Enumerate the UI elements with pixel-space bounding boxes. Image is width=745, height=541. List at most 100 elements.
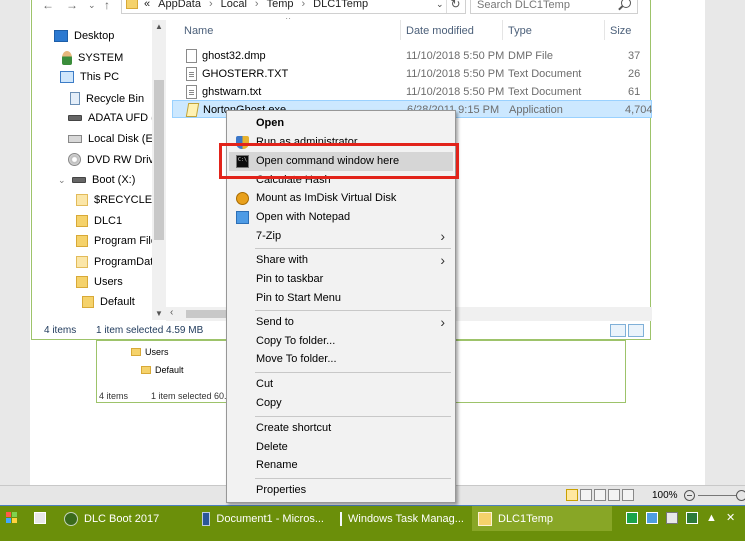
taskbar-item-task-manager[interactable]: Windows Task Manag... [334,506,468,531]
menu-item-rename[interactable]: Rename [229,456,453,475]
search-icon[interactable] [621,0,631,8]
file-name: ghstwarn.txt [202,86,262,98]
zoom-level[interactable]: 100% [652,490,678,501]
nav-item-label: Users [94,276,123,288]
search-input[interactable]: Search DLC1Temp [470,0,638,14]
menu-item-delete[interactable]: Delete [229,438,453,457]
menu-item-copy[interactable]: Copy [229,394,453,413]
taskbar-item-label: Document1 - Micros... [216,512,324,525]
menu-separator [255,416,451,417]
chevron-down-icon[interactable]: ⌄ [436,0,444,10]
breadcrumb-temp[interactable]: Temp [267,0,294,10]
tray-app-icon[interactable] [646,512,658,524]
notepad-icon [236,211,249,224]
menu-item-open[interactable]: Open [229,114,453,133]
nav-item-program-files[interactable]: Program Files [76,235,162,247]
column-header-type[interactable]: Type [508,25,532,37]
column-header-name[interactable]: Name [184,25,213,37]
menu-item-cut[interactable]: Cut [229,375,453,394]
menu-item-7zip[interactable]: 7-Zip › [229,227,453,246]
address-bar[interactable]: « AppData › Local › Temp › DLC1Temp [121,0,466,14]
table-row[interactable]: GHOSTERR.TXT 11/10/2018 5:50 PM Text Doc… [172,65,652,83]
table-row[interactable]: ghost32.dmp 11/10/2018 5:50 PM DMP File … [172,47,652,65]
print-layout-view-icon[interactable] [566,489,578,501]
menu-item-mount-imdisk[interactable]: Mount as ImDisk Virtual Disk [229,189,453,208]
menu-item-pin-to-start[interactable]: Pin to Start Menu [229,289,453,308]
chevron-right-icon[interactable]: › [301,0,305,10]
table-row[interactable]: ghstwarn.txt 11/10/2018 5:50 PM Text Doc… [172,83,652,101]
column-header-date[interactable]: Date modified [406,25,474,37]
nav-item-users[interactable]: Users [76,276,123,288]
highlight-annotation-box [219,143,459,179]
folder-icon [76,276,88,288]
scroll-down-icon[interactable]: ▼ [155,309,163,318]
show-desktop-icon[interactable] [34,512,46,524]
menu-item-open-with-notepad[interactable]: Open with Notepad [229,208,453,227]
chevron-right-icon[interactable]: › [209,0,213,10]
full-screen-view-icon[interactable] [580,489,592,501]
refresh-icon[interactable]: ↻ [446,0,464,13]
zoom-slider[interactable] [698,495,736,496]
nav-item-programdata[interactable]: ProgramData [76,256,159,268]
nav-item-system[interactable]: SYSTEM [62,51,123,65]
breadcrumb-local[interactable]: Local [221,0,247,10]
chevron-down-icon[interactable]: ⌄ [58,175,66,186]
nav-item-desktop[interactable]: Desktop [54,30,114,42]
menu-item-share-with[interactable]: Share with › [229,251,453,270]
web-layout-view-icon[interactable] [594,489,606,501]
menu-item-pin-to-taskbar[interactable]: Pin to taskbar [229,270,453,289]
details-view-icon[interactable] [610,324,626,337]
column-header-size[interactable]: Size [610,25,631,37]
breadcrumb-appdata[interactable]: AppData [158,0,201,10]
large-icons-view-icon[interactable] [628,324,644,337]
zoom-out-icon[interactable] [684,490,695,501]
tray-app-icon[interactable] [686,512,698,524]
nav-item-dvd-rw[interactable]: DVD RW Drive [68,153,160,166]
scrollbar-thumb[interactable] [154,80,164,240]
status-item-count: 4 items [44,325,77,336]
column-divider[interactable] [400,20,401,40]
back-arrow-icon[interactable]: ← [42,0,54,12]
list-item[interactable]: Default [141,365,184,375]
tray-app-icon[interactable] [626,512,638,524]
list-item[interactable]: Users [131,347,169,357]
nav-item-local-disk-e[interactable]: Local Disk (E:) [68,133,160,145]
forward-arrow-icon[interactable]: → [66,0,78,12]
taskbar-item-dlc-boot[interactable]: DLC Boot 2017 [58,506,192,531]
nav-item-label: DVD RW Drive [87,153,161,166]
menu-item-create-shortcut[interactable]: Create shortcut [229,419,453,438]
file-type: Text Document [508,86,582,98]
menu-item-properties[interactable]: Properties [229,481,453,500]
breadcrumb-dlc1temp[interactable]: DLC1Temp [313,0,368,10]
menu-item-send-to[interactable]: Send to › [229,313,453,332]
network-icon[interactable]: ▲ [706,512,718,524]
volume-muted-icon[interactable]: ✕ [726,512,738,524]
chevron-right-icon[interactable]: › [255,0,259,10]
nav-item-this-pc[interactable]: This PC [60,71,119,83]
nav-item-adata-ufd[interactable]: ADATA UFD (D [68,112,163,124]
draft-view-icon[interactable] [622,489,634,501]
nav-item-boot-x[interactable]: ⌄ Boot (X:) [58,174,135,186]
word-view-buttons[interactable] [566,489,634,501]
nav-item-dlc1[interactable]: DLC1 [76,215,122,227]
nav-item-default[interactable]: Default [82,296,135,308]
column-divider[interactable] [604,20,605,40]
menu-item-copy-to-folder[interactable]: Copy To folder... [229,332,453,351]
outline-view-icon[interactable] [608,489,620,501]
scroll-left-icon[interactable]: ‹ [170,307,173,318]
menu-item-move-to-folder[interactable]: Move To folder... [229,350,453,369]
breadcrumb-overflow[interactable]: « [144,0,150,10]
navigation-pane: Desktop SYSTEM This PC Recycle Bin ADATA… [32,20,166,320]
zoom-in-icon[interactable] [736,490,745,501]
nav-item-recycle-bin[interactable]: Recycle Bin [70,92,144,105]
taskbar-item-word[interactable]: Document1 - Micros... [196,506,330,531]
scroll-up-icon[interactable]: ▲ [155,22,163,31]
tray-app-icon[interactable] [666,512,678,524]
up-arrow-icon[interactable]: ↑ [104,0,110,12]
taskbar-item-dlc1temp[interactable]: DLC1Temp [472,506,612,531]
recent-dropdown-icon[interactable]: ⌄ [88,0,96,11]
column-divider[interactable] [502,20,503,40]
start-icon[interactable] [6,512,18,524]
navigation-pane-scrollbar[interactable]: ▲ ▼ [152,20,166,320]
nav-item-label: This PC [80,71,120,83]
